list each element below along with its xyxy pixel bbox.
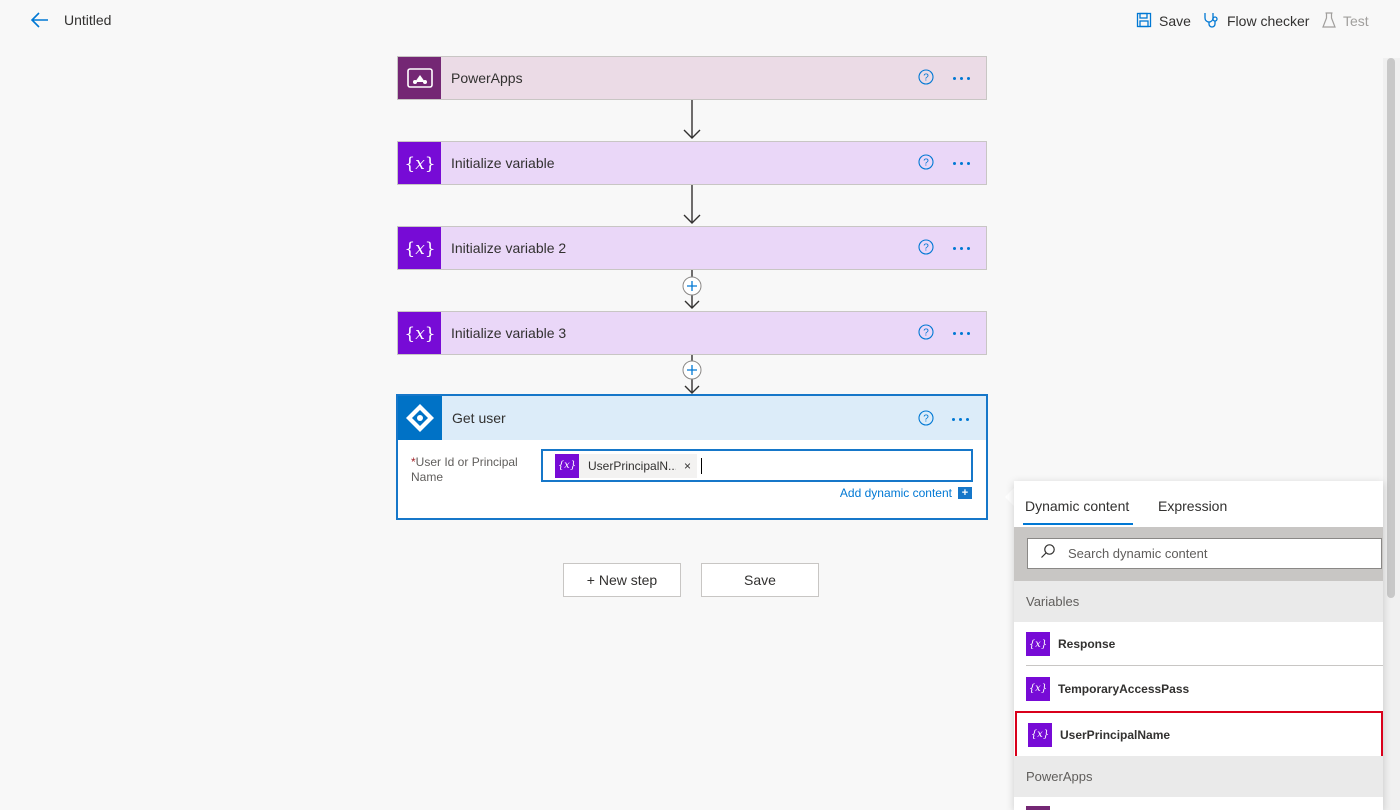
top-bar: Untitled Save Flow checker Test	[0, 0, 1400, 40]
dynamic-token[interactable]: {x} UserPrincipalN... ×	[555, 453, 698, 478]
save-icon	[1136, 12, 1152, 31]
more-options-icon[interactable]	[953, 155, 975, 171]
more-options-icon[interactable]	[952, 411, 974, 427]
dynamic-item-response[interactable]: {x} Response	[1026, 623, 1383, 666]
help-icon[interactable]: ?	[918, 69, 934, 85]
svg-text:{x}: {x}	[404, 239, 435, 259]
help-icon[interactable]: ?	[918, 324, 934, 340]
add-plus-icon: +	[958, 487, 972, 499]
step-get-user[interactable]: Get user ? *User Id or Principal Name {x…	[396, 394, 988, 520]
step-initialize-variable[interactable]: {x} Initialize variable ?	[397, 141, 987, 185]
dynamic-item-userprincipalname[interactable]: {x} UserPrincipalName	[1015, 711, 1383, 758]
search-input[interactable]	[1068, 546, 1358, 561]
arrow-connector	[683, 100, 701, 139]
variable-icon: {x}	[555, 453, 579, 478]
add-dynamic-content-label: Add dynamic content	[839, 486, 952, 500]
item-label: Response	[1058, 637, 1116, 651]
svg-text:?: ?	[923, 73, 929, 84]
svg-text:?: ?	[923, 243, 929, 254]
text-caret	[701, 457, 703, 474]
item-label: TemporaryAccessPass	[1058, 681, 1190, 696]
step-title: Initialize variable 3	[451, 325, 567, 341]
step-initialize-variable-3[interactable]: {x} Initialize variable 3 ?	[397, 311, 987, 355]
save-flow-button[interactable]: Save	[701, 563, 819, 597]
tab-expression[interactable]: Expression	[1158, 498, 1227, 514]
step-powerapps[interactable]: PowerApps ?	[397, 56, 987, 100]
dynamic-content-panel: Dynamic content Expression Variables {x}…	[1014, 481, 1383, 810]
svg-text:?: ?	[923, 414, 929, 425]
user-id-input[interactable]: {x} UserPrincipalN... ×	[541, 449, 973, 482]
variable-icon: {x}	[398, 312, 441, 354]
more-options-icon[interactable]	[953, 325, 975, 341]
active-tab-indicator	[1023, 523, 1133, 525]
powerapps-item-icon	[1026, 806, 1050, 810]
back-arrow-icon[interactable]	[28, 9, 52, 31]
add-dynamic-content-link[interactable]: Add dynamic content +	[840, 486, 972, 500]
dynamic-item-temporaryaccesspass[interactable]: {x} TemporaryAccessPass	[1026, 667, 1383, 710]
scrollbar-thumb[interactable]	[1387, 58, 1395, 598]
new-step-button[interactable]: + New step	[563, 563, 681, 597]
help-icon[interactable]: ?	[918, 154, 934, 170]
field-label-text: User Id or Principal Name	[411, 455, 518, 484]
help-icon[interactable]: ?	[918, 410, 934, 426]
flow-checker-button[interactable]: Flow checker	[1202, 10, 1309, 32]
variable-icon: {x}	[1026, 676, 1050, 701]
item-label: UserPrincipalName	[1060, 727, 1171, 742]
flow-title[interactable]: Untitled	[64, 12, 111, 28]
step-title: Initialize variable	[451, 155, 555, 171]
step-title: Initialize variable 2	[451, 240, 567, 256]
more-options-icon[interactable]	[953, 70, 975, 86]
tab-dynamic-content[interactable]: Dynamic content	[1025, 498, 1129, 514]
variable-icon: {x}	[1026, 632, 1050, 656]
svg-text:{x}: {x}	[404, 324, 435, 344]
get-user-header[interactable]: Get user ?	[398, 396, 986, 440]
flow-checker-label: Flow checker	[1227, 13, 1310, 29]
token-label: UserPrincipalN...	[588, 458, 676, 473]
more-options-icon[interactable]	[953, 240, 975, 256]
arrow-connector	[683, 185, 701, 224]
section-powerapps: PowerApps	[1014, 756, 1383, 797]
svg-text:?: ?	[923, 158, 929, 169]
user-id-field-label: *User Id or Principal Name	[411, 455, 531, 485]
search-area	[1014, 527, 1383, 581]
variable-icon: {x}	[1028, 722, 1052, 747]
save-top-button[interactable]: Save	[1136, 10, 1191, 32]
beaker-icon	[1322, 11, 1336, 31]
azure-ad-icon	[398, 396, 442, 440]
search-icon	[1040, 543, 1056, 564]
svg-text:?: ?	[923, 328, 929, 339]
step-initialize-variable-2[interactable]: {x} Initialize variable 2 ?	[397, 226, 987, 270]
test-label: Test	[1343, 13, 1369, 29]
section-variables: Variables	[1014, 581, 1383, 622]
search-box[interactable]	[1027, 538, 1382, 569]
test-button[interactable]: Test	[1322, 10, 1369, 32]
help-icon[interactable]: ?	[918, 239, 934, 255]
panel-tabs: Dynamic content Expression	[1014, 481, 1383, 527]
token-remove-icon[interactable]: ×	[684, 459, 691, 473]
canvas-scrollbar[interactable]	[1383, 58, 1400, 810]
powerapps-icon	[398, 57, 441, 99]
stethoscope-icon	[1202, 11, 1220, 32]
step-title: PowerApps	[451, 70, 523, 86]
variable-icon: {x}	[398, 142, 441, 184]
insert-step-connector[interactable]	[682, 270, 702, 311]
insert-step-connector[interactable]	[682, 355, 702, 395]
variable-icon: {x}	[398, 227, 441, 269]
save-top-label: Save	[1159, 13, 1191, 29]
svg-text:{x}: {x}	[404, 154, 435, 174]
step-title: Get user	[452, 410, 506, 426]
